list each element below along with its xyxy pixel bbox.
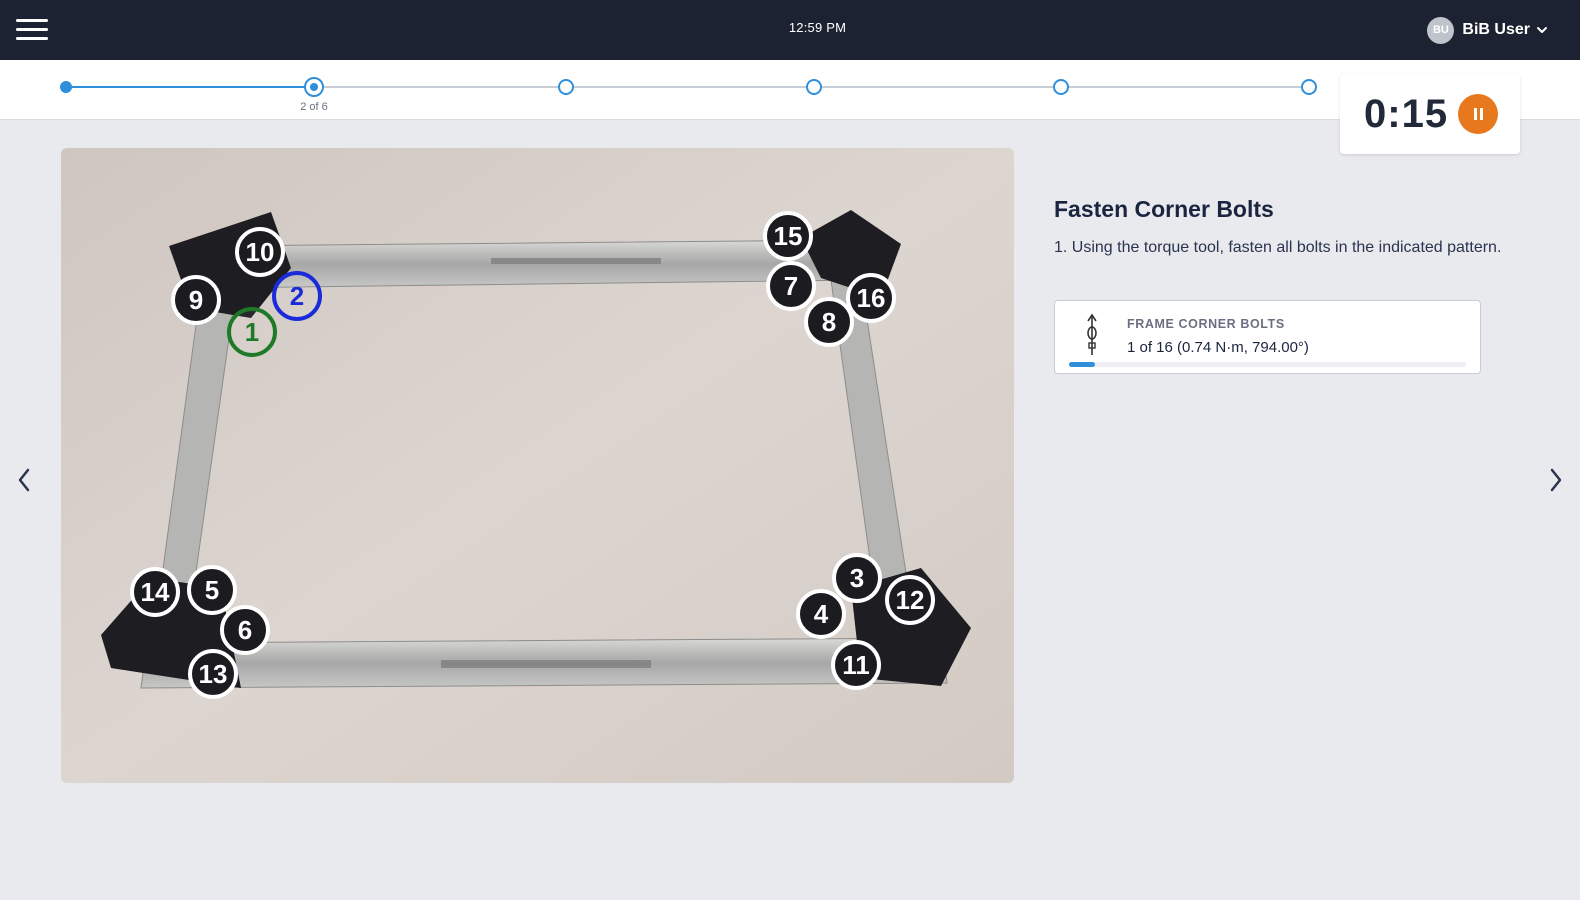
frame-assembly-photo: 1 2 3 4 5 6 7 8 9 10 11 12 13 14 15 16 bbox=[61, 148, 1014, 783]
bolt-marker-label: 13 bbox=[199, 659, 228, 689]
chevron-down-icon bbox=[1537, 27, 1547, 33]
bolt-marker-14: 14 bbox=[130, 567, 180, 617]
step-title: Fasten Corner Bolts bbox=[1054, 196, 1274, 222]
bolt-marker-label: 9 bbox=[189, 285, 203, 315]
timer-value: 0:15 bbox=[1364, 91, 1449, 136]
tool-card[interactable]: FRAME CORNER BOLTS 1 of 16 (0.74 N·m, 79… bbox=[1054, 300, 1481, 374]
torque-wrench-icon bbox=[1087, 313, 1097, 355]
bolt-marker-label: 11 bbox=[842, 650, 870, 680]
bolt-marker-label: 16 bbox=[857, 283, 886, 313]
step-timer: 0:15 bbox=[1340, 74, 1520, 154]
bolt-marker-1: 1 bbox=[227, 307, 277, 357]
tool-progress-text: 1 of 16 (0.74 N·m, 794.00°) bbox=[1127, 339, 1309, 356]
clock: 12:59 PM bbox=[788, 20, 847, 35]
bolt-marker-16: 16 bbox=[846, 273, 896, 323]
tool-name: FRAME CORNER BOLTS bbox=[1127, 317, 1285, 331]
bolt-marker-2: 2 bbox=[272, 271, 322, 321]
chevron-right-icon[interactable] bbox=[1544, 464, 1568, 496]
chevron-left-icon[interactable] bbox=[12, 464, 36, 496]
bolt-marker-label: 6 bbox=[238, 615, 252, 645]
user-menu[interactable]: BU BiB User bbox=[1427, 16, 1548, 44]
step-dot-6[interactable] bbox=[1301, 79, 1317, 95]
bolt-marker-8: 8 bbox=[804, 297, 854, 347]
pause-icon[interactable] bbox=[1458, 94, 1498, 134]
bolt-marker-7: 7 bbox=[766, 261, 816, 311]
bolt-marker-12: 12 bbox=[885, 575, 935, 625]
tool-progress-fill bbox=[1069, 362, 1095, 367]
step-instruction: 1. Using the torque tool, fasten all bol… bbox=[1054, 239, 1502, 256]
bolt-marker-3: 3 bbox=[832, 553, 882, 603]
step-counter: 2 of 6 bbox=[300, 101, 328, 113]
bolt-marker-4: 4 bbox=[796, 589, 846, 639]
bolt-marker-label: 7 bbox=[784, 271, 798, 301]
instruction-panel: Fasten Corner Bolts 1. Using the torque … bbox=[1054, 196, 1524, 374]
step-dot-4[interactable] bbox=[806, 79, 822, 95]
bolt-marker-label: 12 bbox=[896, 585, 925, 615]
avatar: BU bbox=[1427, 16, 1455, 44]
bolt-marker-label: 4 bbox=[814, 599, 829, 629]
step-dot-3[interactable] bbox=[558, 79, 574, 95]
bolt-marker-label: 10 bbox=[246, 237, 275, 267]
bolt-marker-label: 2 bbox=[290, 281, 304, 311]
top-bar: 12:59 PM BU BiB User bbox=[0, 0, 1580, 60]
user-name: BiB User bbox=[1462, 21, 1530, 38]
bolt-marker-9: 9 bbox=[171, 275, 221, 325]
step-track-fill bbox=[66, 86, 314, 88]
step-dot-1[interactable] bbox=[60, 81, 72, 93]
bolt-marker-label: 3 bbox=[850, 563, 864, 593]
bolt-marker-label: 15 bbox=[774, 221, 803, 251]
bolt-marker-6: 6 bbox=[220, 605, 270, 655]
step-dot-5[interactable] bbox=[1053, 79, 1069, 95]
bolt-marker-label: 5 bbox=[205, 575, 219, 605]
bolt-marker-label: 8 bbox=[822, 307, 836, 337]
bolt-marker-10: 10 bbox=[235, 227, 285, 277]
bolt-marker-11: 11 bbox=[831, 640, 881, 690]
bolt-marker-13: 13 bbox=[188, 649, 238, 699]
bolt-marker-5: 5 bbox=[187, 565, 237, 615]
step-dot-2[interactable] bbox=[304, 77, 324, 97]
bolt-marker-label: 1 bbox=[245, 317, 259, 347]
bolt-marker-label: 14 bbox=[141, 577, 170, 607]
bolt-marker-15: 15 bbox=[763, 211, 813, 261]
tool-progress-bar bbox=[1069, 362, 1466, 367]
